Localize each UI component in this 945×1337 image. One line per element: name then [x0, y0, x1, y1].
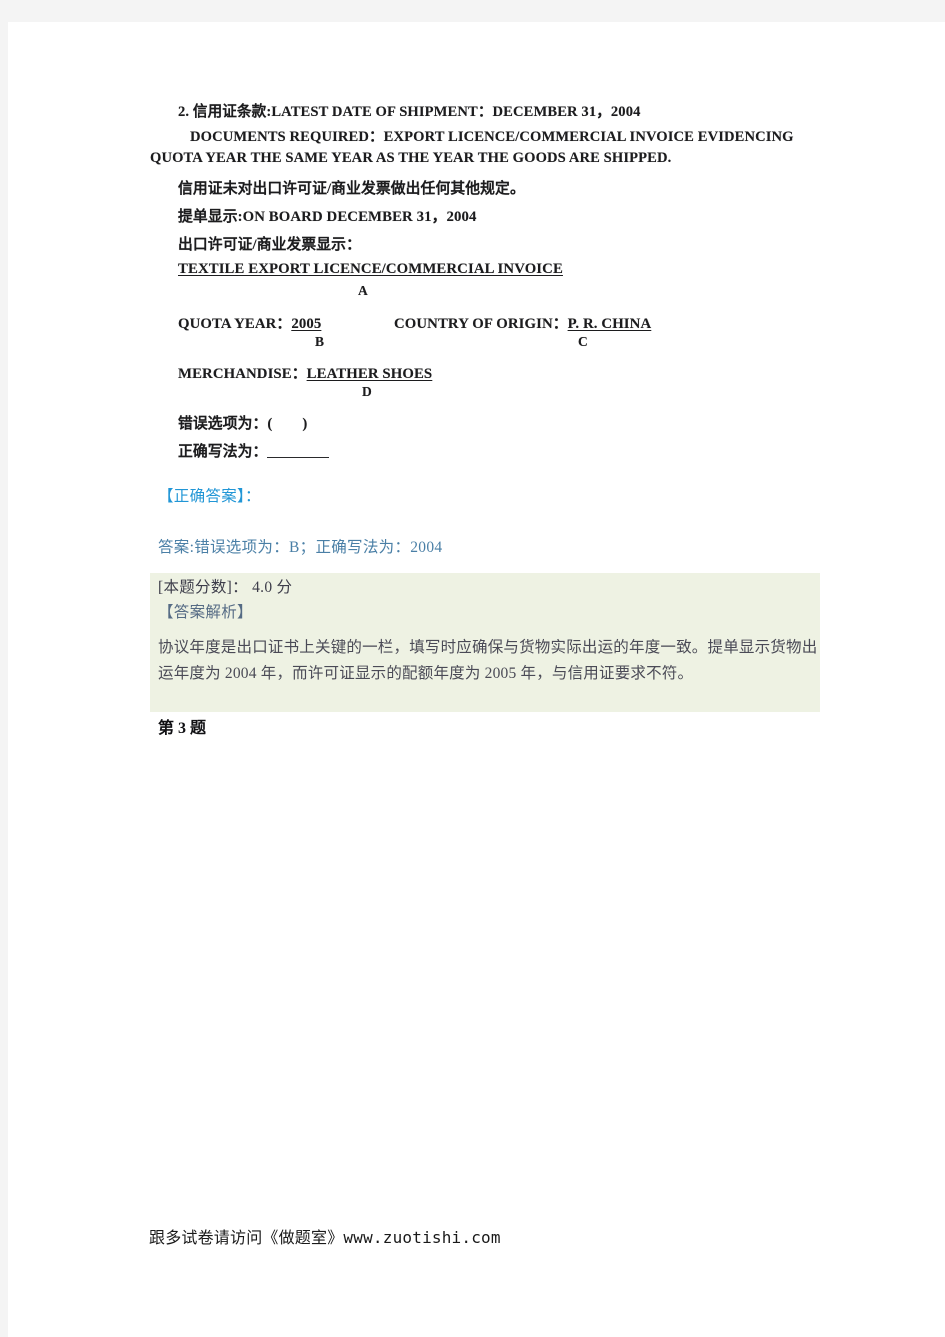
page-footer-text: 跟多试卷请访问《做题室》www.zuotishi.com — [149, 1228, 501, 1247]
answer-analysis-heading: 【答案解析】 — [158, 603, 253, 621]
question-line-4: 信用证未对出口许可证/商业发票做出任何其他规定。 — [178, 181, 525, 197]
licence-document-title: TEXTILE EXPORT LICENCE/COMMERCIAL INVOIC… — [178, 261, 563, 277]
option-marker-c: C — [578, 334, 588, 349]
merchandise-value: LEATHER SHOES — [306, 366, 433, 382]
next-question-label: 第 3 题 — [158, 720, 207, 737]
option-marker-a: A — [358, 283, 368, 298]
wrong-option-prompt-open: 错误选项为：( — [178, 416, 273, 432]
wrong-option-prompt: 错误选项为：() — [178, 412, 307, 433]
merchandise-label: MERCHANDISE： — [178, 366, 307, 382]
document-page: 2. 信用证条款:LATEST DATE OF SHIPMENT：DECEMBE… — [8, 22, 945, 1337]
question-line-5: 提单显示:ON BOARD DECEMBER 31，2004 — [178, 209, 477, 225]
question-line-3: QUOTA YEAR THE SAME YEAR AS THE YEAR THE… — [150, 150, 672, 166]
answer-analysis-body: 协议年度是出口证书上关键的一栏，填写时应确保与货物实际出运的年度一致。提单显示货… — [158, 639, 818, 682]
correct-form-answer-blank — [267, 457, 330, 458]
quota-year-label: QUOTA YEAR： — [178, 316, 292, 332]
quota-year-value: 2005 — [291, 316, 322, 332]
merchandise-field: MERCHANDISE：LEATHER SHOES — [178, 362, 432, 383]
country-of-origin-field: COUNTRY OF ORIGIN：P. R. CHINA — [394, 312, 651, 333]
question-score-line: [本题分数]： 4.0 分 — [158, 579, 293, 596]
question-line-1-prefix: 2. 信用证条款: — [178, 104, 272, 120]
correct-form-prompt-label: 正确写法为： — [178, 444, 268, 460]
correct-answer-heading: 【正确答案】： — [158, 487, 261, 505]
country-of-origin-label: COUNTRY OF ORIGIN： — [394, 316, 568, 332]
quota-year-field: QUOTA YEAR：2005 — [178, 312, 321, 333]
wrong-option-prompt-close: ) — [302, 416, 308, 432]
correct-form-prompt: 正确写法为： — [178, 440, 330, 461]
question-line-1: 2. 信用证条款:LATEST DATE OF SHIPMENT：DECEMBE… — [178, 100, 641, 121]
question-line-2: DOCUMENTS REQUIRED：EXPORT LICENCE/COMMER… — [190, 129, 794, 145]
country-of-origin-value: P. R. CHINA — [567, 316, 652, 332]
option-marker-b: B — [315, 334, 325, 349]
question-line-6: 出口许可证/商业发票显示： — [178, 237, 361, 253]
option-marker-d: D — [362, 384, 372, 399]
question-line-1-value: LATEST DATE OF SHIPMENT：DECEMBER 31，2004 — [271, 104, 641, 120]
answer-analysis-block: [本题分数]： 4.0 分 【答案解析】 协议年度是出口证书上关键的一栏，填写时… — [150, 573, 820, 712]
correct-answer-text: 答案:错误选项为：B；正确写法为：2004 — [158, 539, 443, 556]
